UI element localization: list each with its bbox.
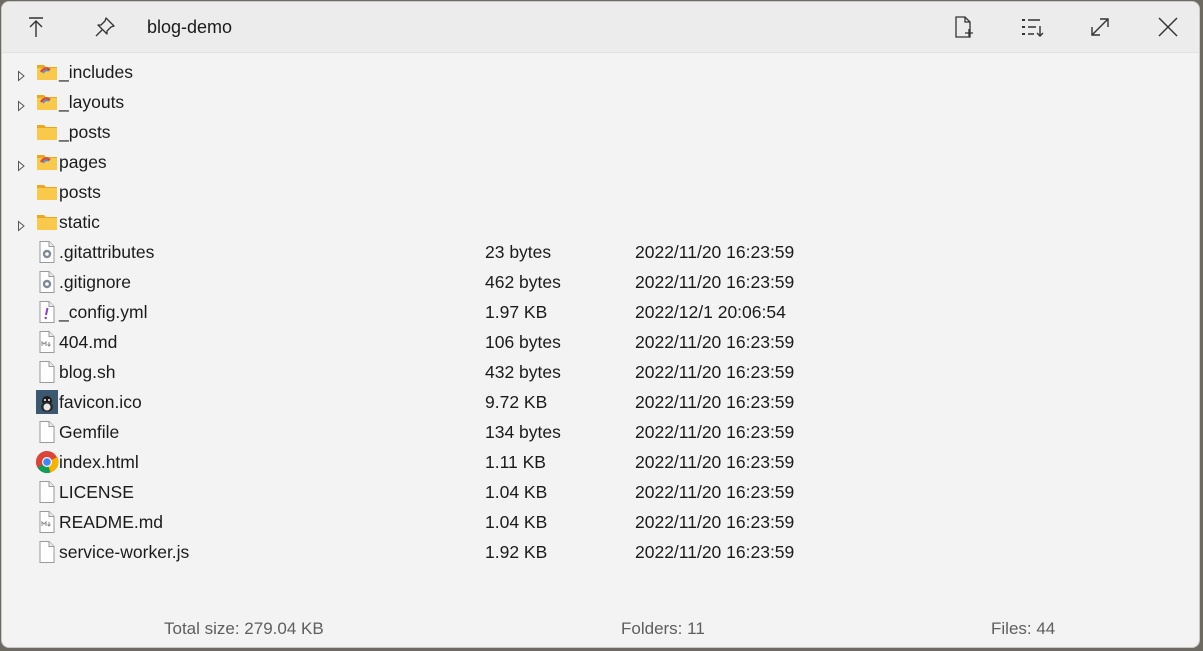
chevron-right-icon[interactable] — [15, 216, 27, 232]
file-date: 2022/11/20 16:23:59 — [635, 392, 795, 412]
yaml-file-icon — [35, 300, 59, 324]
folder-row[interactable]: _posts — [2, 117, 1199, 147]
folder-name: _includes — [59, 62, 133, 82]
folder-special-icon — [35, 90, 59, 114]
file-row[interactable]: LICENSE 1.04 KB 2022/11/20 16:23:59 — [2, 477, 1199, 507]
chevron-right-icon[interactable] — [15, 96, 27, 112]
title-bar: blog-demo — [2, 2, 1199, 53]
folder-name: static — [59, 212, 100, 232]
folder-row[interactable]: static — [2, 207, 1199, 237]
folder-icon — [35, 120, 59, 144]
file-name: .gitignore — [59, 272, 131, 292]
folder-special-icon — [35, 150, 59, 174]
markdown-file-icon — [35, 330, 59, 354]
folder-icon — [35, 210, 59, 234]
folder-count-label: Folders: 11 — [621, 619, 705, 638]
sort-list-icon[interactable] — [1016, 11, 1048, 43]
file-size: 1.04 KB — [485, 482, 548, 502]
folder-name: posts — [59, 182, 101, 202]
maximize-icon[interactable] — [1084, 11, 1116, 43]
folder-name: _layouts — [59, 92, 125, 112]
file-size: 1.11 KB — [485, 452, 546, 472]
file-date: 2022/11/20 16:23:59 — [635, 542, 795, 562]
folder-name: pages — [59, 152, 107, 172]
file-date: 2022/11/20 16:23:59 — [635, 512, 795, 532]
file-date: 2022/11/20 16:23:59 — [635, 422, 795, 442]
folder-name: _posts — [59, 122, 111, 142]
gear-file-icon — [35, 240, 59, 264]
pin-icon[interactable] — [89, 11, 121, 43]
file-name: index.html — [59, 452, 139, 472]
folder-special-icon — [35, 60, 59, 84]
file-row[interactable]: favicon.ico 9.72 KB 2022/11/20 16:23:59 — [2, 387, 1199, 417]
folder-row[interactable]: posts — [2, 177, 1199, 207]
file-name: 404.md — [59, 332, 118, 352]
blank-file-icon — [35, 540, 59, 564]
new-file-icon[interactable] — [948, 11, 980, 43]
file-viewer-window: blog-demo _includes _layouts _postspages po… — [1, 1, 1200, 648]
file-date: 2022/11/20 16:23:59 — [635, 272, 795, 292]
folder-row[interactable]: _layouts — [2, 87, 1199, 117]
file-row[interactable]: Gemfile 134 bytes 2022/11/20 16:23:59 — [2, 417, 1199, 447]
file-size: 134 bytes — [485, 422, 561, 442]
chrome-icon — [35, 450, 59, 474]
status-bar: Total size: 279.04 KB Folders: 11 Files:… — [2, 617, 1199, 643]
file-name: blog.sh — [59, 362, 116, 382]
file-date: 2022/11/20 16:23:59 — [635, 332, 795, 352]
file-count-label: Files: 44 — [991, 619, 1056, 638]
markdown-file-icon — [35, 510, 59, 534]
file-date: 2022/11/20 16:23:59 — [635, 482, 795, 502]
blank-file-icon — [35, 480, 59, 504]
file-date: 2022/11/20 16:23:59 — [635, 452, 795, 472]
file-name: .gitattributes — [59, 242, 155, 262]
file-row[interactable]: .gitignore 462 bytes 2022/11/20 16:23:59 — [2, 267, 1199, 297]
file-size: 432 bytes — [485, 362, 561, 382]
file-row[interactable]: .gitattributes 23 bytes 2022/11/20 16:23:5… — [2, 237, 1199, 267]
file-row[interactable]: blog.sh 432 bytes 2022/11/20 16:23:59 — [2, 357, 1199, 387]
chevron-right-icon[interactable] — [15, 156, 27, 172]
file-list: _includes _layouts _postspages posts static.… — [2, 57, 1199, 567]
file-size: 9.72 KB — [485, 392, 548, 412]
chevron-right-icon[interactable] — [15, 66, 27, 82]
gear-file-icon — [35, 270, 59, 294]
arrow-up-to-line-icon[interactable] — [20, 11, 52, 43]
blank-file-icon — [35, 420, 59, 444]
close-icon[interactable] — [1152, 11, 1184, 43]
file-size: 106 bytes — [485, 332, 561, 352]
file-name: LICENSE — [59, 482, 134, 502]
file-row[interactable]: _config.yml 1.97 KB 2022/12/1 20:06:54 — [2, 297, 1199, 327]
file-name: _config.yml — [59, 302, 148, 322]
file-row[interactable]: 404.md 106 bytes 2022/11/20 16:23:59 — [2, 327, 1199, 357]
file-name: service-worker.js — [59, 542, 190, 562]
favicon-image-icon — [35, 390, 59, 414]
file-row[interactable]: service-worker.js 1.92 KB 2022/11/20 16:23… — [2, 537, 1199, 567]
file-size: 1.92 KB — [485, 542, 548, 562]
file-date: 2022/12/1 20:06:54 — [635, 302, 786, 322]
file-name: README.md — [59, 512, 164, 532]
blank-file-icon — [35, 360, 59, 384]
file-name: Gemfile — [59, 422, 120, 442]
folder-row[interactable]: pages — [2, 147, 1199, 177]
folder-icon — [35, 180, 59, 204]
file-size: 23 bytes — [485, 242, 552, 262]
file-row[interactable]: index.html 1.11 KB 2022/11/20 16:23:59 — [2, 447, 1199, 477]
folder-row[interactable]: _includes — [2, 57, 1199, 87]
total-size-label: Total size: 279.04 KB — [164, 619, 324, 638]
file-size: 1.04 KB — [485, 512, 548, 532]
file-size: 462 bytes — [485, 272, 561, 292]
file-row[interactable]: README.md 1.04 KB 2022/11/20 16:23:59 — [2, 507, 1199, 537]
file-name: favicon.ico — [59, 392, 142, 412]
file-date: 2022/11/20 16:23:59 — [635, 242, 795, 262]
file-date: 2022/11/20 16:23:59 — [635, 362, 795, 382]
file-size: 1.97 KB — [485, 302, 548, 322]
window-title: blog-demo — [147, 17, 233, 37]
